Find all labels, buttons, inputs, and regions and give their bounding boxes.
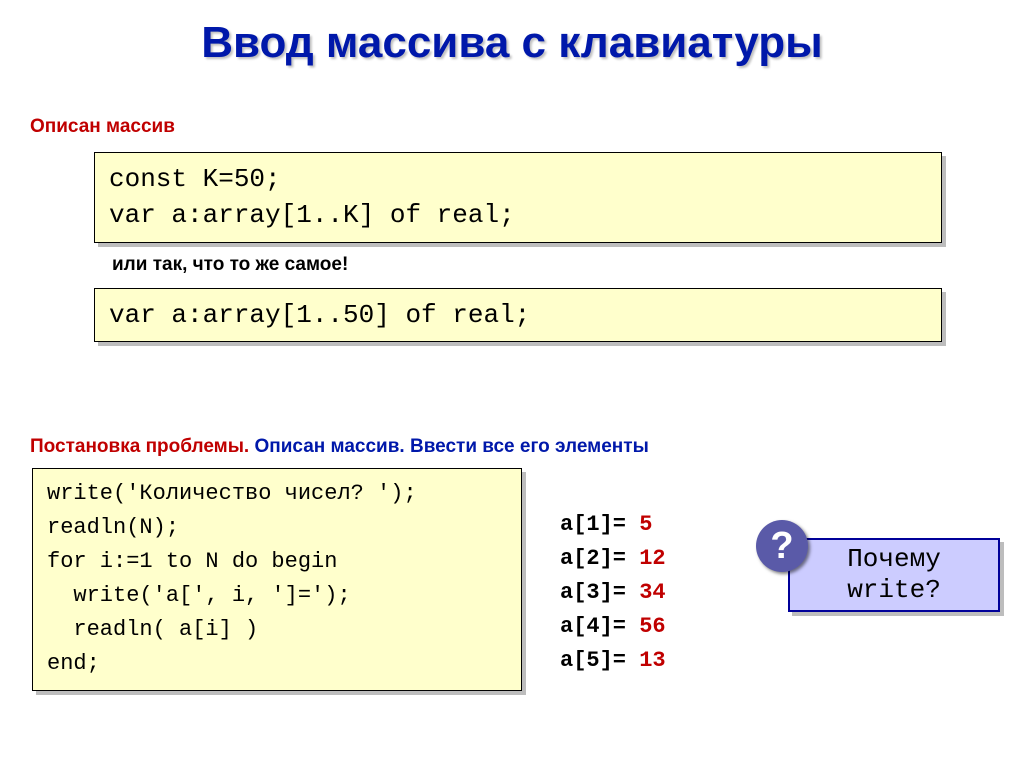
output-value: 56 [639,614,665,639]
output-value: 34 [639,580,665,605]
question-mark-icon: ? [756,520,808,572]
or-same-label: или так, что то же самое! [112,254,348,276]
output-label: a[2]= [560,546,626,571]
code-line: var a:array[1..50] of real; [109,297,927,333]
code-line: const K=50; [109,161,927,197]
callout-line2: write? [790,575,998,606]
code-line: write('Количество чисел? '); [47,477,507,511]
problem-prefix: Постановка проблемы. [30,436,249,457]
output-label: a[1]= [560,512,626,537]
code-line: for i:=1 to N do begin [47,545,507,579]
problem-rest: Описан массив. Ввести все его элементы [249,436,649,457]
callout-box: Почему write? [788,538,1000,612]
output-label: a[4]= [560,614,626,639]
code-line: readln( a[i] ) [47,613,507,647]
code-line: write('a[', i, ']='); [47,579,507,613]
output-row: a[2]= 12 [560,542,666,576]
section-label-problem: Постановка проблемы. Описан массив. Ввес… [30,436,649,458]
output-label: a[5]= [560,648,626,673]
output-label: a[3]= [560,580,626,605]
output-row: a[3]= 34 [560,576,666,610]
code-block-3: write('Количество чисел? '); readln(N); … [32,468,522,691]
code-block-2: var a:array[1..50] of real; [94,288,942,342]
code-line: end; [47,647,507,681]
page-title: Ввод массива с клавиатуры [0,0,1024,68]
output-row: a[4]= 56 [560,610,666,644]
section-label-described: Описан массив [30,116,175,138]
code-line: readln(N); [47,511,507,545]
output-value: 5 [639,512,652,537]
output-row: a[5]= 13 [560,644,666,678]
callout-line1: Почему [790,544,998,575]
code-block-1: const K=50; var a:array[1..K] of real; [94,152,942,243]
code-line: var a:array[1..K] of real; [109,197,927,233]
output-row: a[1]= 5 [560,508,666,542]
output-value: 13 [639,648,665,673]
output-block: a[1]= 5 a[2]= 12 a[3]= 34 a[4]= 56 a[5]=… [560,508,666,678]
output-value: 12 [639,546,665,571]
